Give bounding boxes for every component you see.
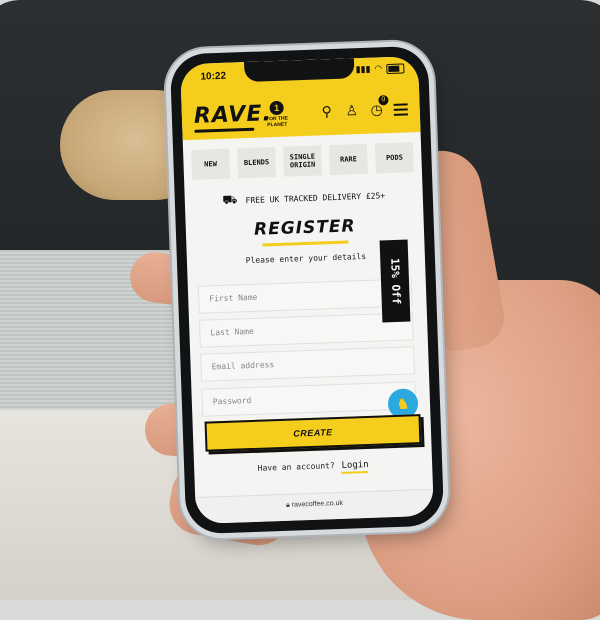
discount-tab[interactable]: 15% Off <box>379 239 411 323</box>
planet-icon: 1 <box>269 100 284 116</box>
category-rare[interactable]: RARE <box>328 143 368 176</box>
create-button[interactable]: CREATE <box>204 414 422 452</box>
category-pods[interactable]: PODS <box>374 142 414 174</box>
cart-icon[interactable]: ◷ 0 <box>368 95 389 118</box>
login-link[interactable]: Login <box>341 459 369 474</box>
battery-icon <box>386 62 405 74</box>
password-field[interactable]: Password <box>201 381 417 417</box>
page-title: REGISTER <box>253 216 356 240</box>
menu-icon[interactable] <box>393 100 410 117</box>
header-actions: ⚲ ♙ ◷ 0 <box>318 95 410 120</box>
wifi-icon: ◠ <box>374 63 383 74</box>
category-nav: NEW BLENDS SINGLE ORIGIN RARE PODS <box>191 142 414 180</box>
status-time: 10:22 <box>200 70 227 83</box>
phone-notch <box>244 58 355 83</box>
category-single-origin[interactable]: SINGLE ORIGIN <box>282 145 323 177</box>
status-icons: ▮▮▮ ◠ <box>355 62 405 75</box>
browser-url-bar[interactable]: 🔒︎ ravecoffee.co.uk <box>195 488 434 525</box>
account-icon[interactable]: ♙ <box>343 102 360 119</box>
cart-count-badge: 0 <box>378 95 389 106</box>
account-prompt-text: Have an account? <box>257 461 335 473</box>
delivery-banner: ⛟ FREE UK TRACKED DELIVERY £25+ <box>185 186 423 210</box>
logo-underline <box>194 127 255 133</box>
for-the-planet-badge[interactable]: 1 FOR THE PLANET <box>263 100 290 128</box>
title-underline <box>262 240 349 247</box>
url-text: ravecoffee.co.uk <box>291 499 344 509</box>
planet-badge-text: FOR THE PLANET <box>265 115 289 129</box>
truck-icon: ⛟ <box>222 192 238 207</box>
login-prompt: Have an account? Login <box>194 458 432 476</box>
lock-icon: 🔒︎ <box>285 501 290 509</box>
category-blends[interactable]: BLENDS <box>237 147 277 179</box>
delivery-text: FREE UK TRACKED DELIVERY £25+ <box>245 190 386 205</box>
category-new[interactable]: NEW <box>191 148 231 180</box>
rave-logo[interactable]: RAVE. <box>193 101 272 129</box>
signal-icon: ▮▮▮ <box>355 63 371 75</box>
email-field[interactable]: Email address <box>200 346 416 382</box>
search-icon[interactable]: ⚲ <box>318 103 335 120</box>
